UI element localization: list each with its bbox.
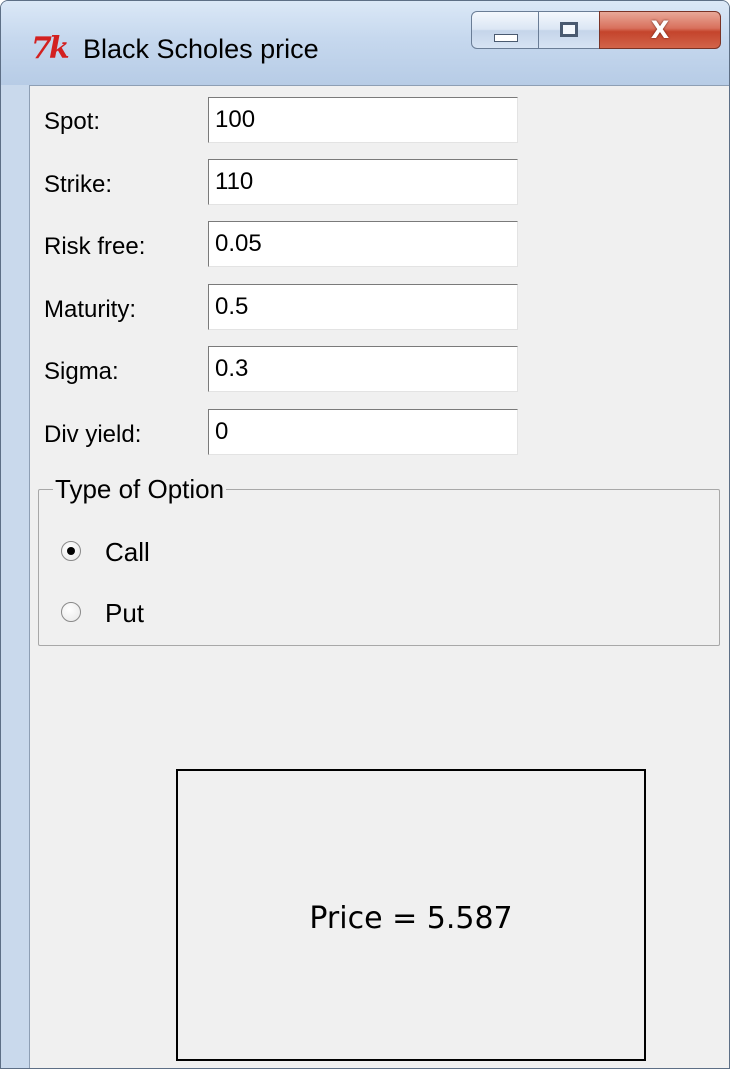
put-label[interactable]: Put (105, 593, 144, 633)
app-window: 7k Black Scholes price X Spot: Strike: R… (0, 0, 730, 1069)
caption-buttons: X (471, 11, 726, 53)
risk-free-input[interactable] (208, 221, 518, 267)
call-label[interactable]: Call (105, 532, 150, 572)
strike-label: Strike: (44, 171, 113, 198)
sigma-label: Sigma: (44, 358, 119, 385)
div-yield-label: Div yield: (44, 421, 142, 448)
strike-input[interactable] (208, 159, 518, 205)
radio-unselected-icon[interactable] (61, 602, 81, 622)
minimize-icon (494, 34, 518, 42)
window-title: Black Scholes price (83, 34, 319, 64)
close-icon: X (650, 16, 670, 44)
risk-free-label: Risk free: (44, 233, 146, 260)
close-button[interactable]: X (599, 11, 721, 49)
div-yield-input[interactable] (208, 409, 518, 455)
option-type-group: Type of Option Call Put (38, 470, 720, 646)
title-bar[interactable]: 7k Black Scholes price X (1, 1, 729, 85)
client-area: Spot: Strike: Risk free: Maturity: Sigma… (29, 85, 729, 1068)
tk-feather-icon: 7k (31, 31, 70, 66)
spot-input[interactable] (208, 97, 518, 143)
maturity-label: Maturity: (44, 296, 137, 323)
spot-label: Spot: (44, 108, 101, 135)
price-result: Price = 5.587 (309, 901, 513, 936)
sigma-input[interactable] (208, 346, 518, 392)
maximize-icon (560, 22, 578, 37)
option-type-legend: Type of Option (53, 470, 227, 508)
price-output-box: Price = 5.587 (176, 769, 646, 1061)
minimize-button[interactable] (471, 11, 539, 49)
radio-dot-icon (67, 547, 75, 555)
radio-selected-icon[interactable] (61, 541, 81, 561)
maturity-input[interactable] (208, 284, 518, 330)
maximize-button[interactable] (538, 11, 600, 49)
